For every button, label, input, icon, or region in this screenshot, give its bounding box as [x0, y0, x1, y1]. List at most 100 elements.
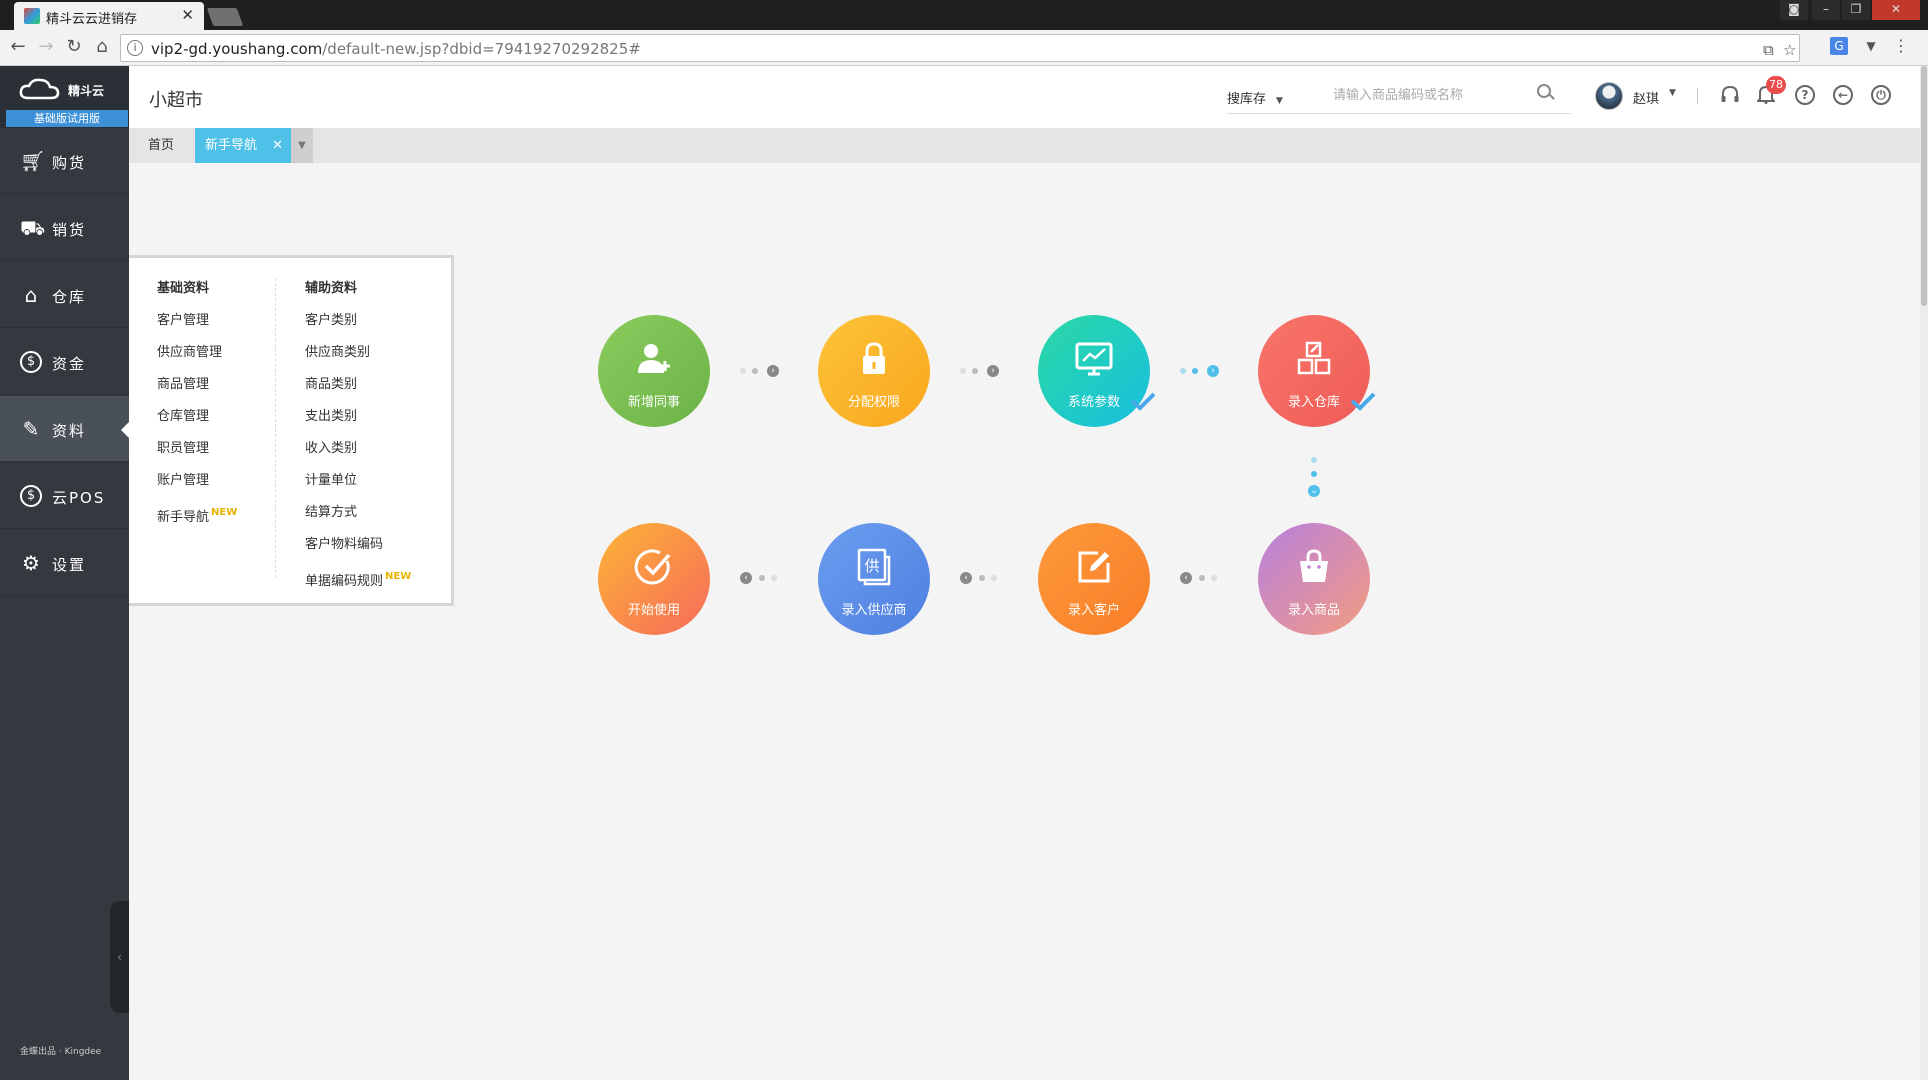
search-scope-select[interactable]: 搜库存 ▼ [1227, 88, 1283, 107]
completed-check-icon [1350, 392, 1376, 411]
tab-list-dropdown[interactable]: ▼ [291, 128, 313, 163]
step-add-customer[interactable]: 录入客户 [1038, 523, 1150, 635]
menu-item-supplier-category[interactable]: 供应商类别 [305, 342, 411, 374]
sidebar-item-settings[interactable]: ⚙ 设置 [0, 530, 129, 596]
tab-home[interactable]: 首页 [131, 128, 191, 163]
menu-item-customer[interactable]: 客户管理 [157, 310, 237, 342]
maximize-icon[interactable]: ❐ [1842, 0, 1870, 20]
tab-beginner-guide[interactable]: 新手导航 ✕ [195, 128, 291, 163]
add-user-icon [638, 344, 670, 373]
sidebar-item-label: 销货 [52, 221, 87, 239]
sidebar-item-label: 资料 [52, 422, 87, 440]
menu-item-staff[interactable]: 职员管理 [157, 438, 237, 470]
menu-item-expense-category[interactable]: 支出类别 [305, 406, 411, 438]
menu-item-warehouse[interactable]: 仓库管理 [157, 406, 237, 438]
shop-name: 小超市 [149, 90, 203, 111]
new-tab-button[interactable] [206, 8, 244, 26]
power-icon[interactable]: ⏻ [1871, 85, 1891, 105]
bookmark-star-icon[interactable]: ☆ [1783, 41, 1796, 59]
username[interactable]: 赵琪 [1633, 88, 1659, 107]
step-label: 新增同事 [627, 395, 680, 410]
back-arrow-icon[interactable]: ← [1833, 85, 1853, 105]
scrollbar[interactable] [1920, 66, 1928, 1080]
menu-item-income-category[interactable]: 收入类别 [305, 438, 411, 470]
close-icon[interactable]: ✕ [272, 128, 283, 163]
forward-icon[interactable]: → [36, 37, 56, 57]
sidebar-item-label: 资金 [52, 355, 87, 373]
menu-item-supplier[interactable]: 供应商管理 [157, 342, 237, 374]
menu-item-doc-code-rule[interactable]: 单据编码规则 NEW [305, 566, 412, 598]
aux-data-heading: 辅助资料 [305, 281, 358, 296]
info-icon[interactable]: i [127, 40, 143, 56]
sidebar-item-label: 设置 [52, 556, 87, 574]
help-icon[interactable]: ? [1795, 85, 1815, 105]
brand-name: 精斗云 [68, 84, 105, 98]
menu-item-account[interactable]: 账户管理 [157, 470, 237, 502]
menu-item-guide[interactable]: 新手导航 NEW [157, 502, 238, 534]
step-add-product[interactable]: 录入商品 [1258, 523, 1370, 635]
profile-icon[interactable]: ◙ [1780, 0, 1808, 20]
divider [1697, 88, 1698, 104]
app-header: 小超市 搜库存▼ 赵琪 ▼ 78 ? ← ⏻ [129, 66, 1920, 128]
translate-icon[interactable]: ⧉ [1763, 41, 1774, 59]
translate-extension-icon[interactable]: G [1830, 37, 1848, 55]
chevron-down-icon[interactable]: ▼ [1669, 88, 1676, 98]
connector-left: ‹ [1180, 572, 1222, 584]
scrollbar-thumb[interactable] [1921, 66, 1927, 306]
favicon-icon [24, 8, 40, 24]
sidebar-item-purchase[interactable]: 🛒︎ 购货 [0, 128, 129, 194]
aux-data-column: 辅助资料 客户类别 供应商类别 商品类别 支出类别 收入类别 计量单位 结算方式… [305, 278, 412, 598]
connector-right: › [1180, 365, 1222, 377]
reload-icon[interactable]: ↻ [64, 37, 84, 57]
sidebar-item-sales[interactable]: ⛟ 销货 [0, 195, 129, 261]
search-icon[interactable] [1537, 84, 1551, 98]
supplier-document-icon: 供 [857, 548, 891, 586]
data-dropdown-menu: 基础资料 客户管理 供应商管理 商品管理 仓库管理 职员管理 账户管理 新手导航… [129, 255, 454, 606]
notification-badge: 78 [1766, 76, 1786, 94]
sidebar-item-pos[interactable]: $ 云POS [0, 463, 129, 529]
step-add-colleague[interactable]: 新增同事 [598, 315, 710, 427]
step-label: 分配权限 [847, 395, 900, 410]
step-assign-permission[interactable]: 分配权限 [818, 315, 930, 427]
menu-item-material-code[interactable]: 客户物料编码 [305, 534, 411, 566]
menu-item-product-category[interactable]: 商品类别 [305, 374, 411, 406]
shopping-bag-icon [1300, 549, 1328, 582]
basic-data-heading: 基础资料 [157, 281, 210, 296]
address-bar[interactable]: i vip2-gd.youshang.com/default-new.jsp?d… [120, 34, 1800, 62]
sidebar-item-warehouse[interactable]: ⌂ 仓库 [0, 262, 129, 328]
menu-item-unit[interactable]: 计量单位 [305, 470, 411, 502]
back-icon[interactable]: ← [8, 37, 28, 57]
step-label: 录入供应商 [841, 603, 907, 618]
menu-icon[interactable]: ⋮ [1892, 37, 1910, 55]
close-window-icon[interactable]: ✕ [1872, 0, 1920, 20]
step-add-supplier[interactable]: 供 录入供应商 [818, 523, 930, 635]
sidebar-item-funds[interactable]: $ 资金 [0, 329, 129, 395]
check-circle-icon [634, 549, 671, 585]
step-system-params[interactable]: 系统参数 [1038, 315, 1156, 427]
connector-down: ⌄ [1306, 455, 1322, 501]
step-label: 开始使用 [627, 603, 680, 618]
close-tab-icon[interactable]: ✕ [181, 6, 194, 24]
money-icon: $ [20, 351, 42, 373]
edit-icon [1078, 551, 1110, 583]
home-icon[interactable]: ⌂ [92, 37, 112, 57]
menu-item-settlement[interactable]: 结算方式 [305, 502, 411, 534]
logo[interactable]: 精斗云 基础版试用版 [0, 66, 129, 128]
step-start-using[interactable]: 开始使用 [598, 523, 710, 635]
monitor-chart-icon [1075, 342, 1113, 376]
menu-item-customer-category[interactable]: 客户类别 [305, 310, 411, 342]
avatar[interactable] [1595, 82, 1623, 110]
vpn-extension-icon[interactable]: ▼ [1862, 37, 1880, 55]
step-add-warehouse[interactable]: 录入仓库 [1258, 315, 1376, 427]
menu-item-product[interactable]: 商品管理 [157, 374, 237, 406]
pencil-icon: ✎ [22, 417, 40, 441]
browser-tab[interactable]: 精斗云云进销存 ✕ [14, 2, 204, 30]
browser-toolbar: ← → ↻ ⌂ i vip2-gd.youshang.com/default-n… [0, 30, 1928, 66]
sidebar-collapse-handle[interactable]: ‹ [110, 901, 129, 1013]
search-input[interactable] [1333, 85, 1513, 105]
sidebar-item-data[interactable]: ✎ 资料 [0, 396, 129, 462]
tab-strip: 首页 新手导航 ✕ ▼ [129, 128, 1920, 163]
headset-icon[interactable] [1719, 84, 1741, 106]
edition-badge: 基础版试用版 [6, 110, 128, 127]
minimize-icon[interactable]: – [1812, 0, 1840, 20]
